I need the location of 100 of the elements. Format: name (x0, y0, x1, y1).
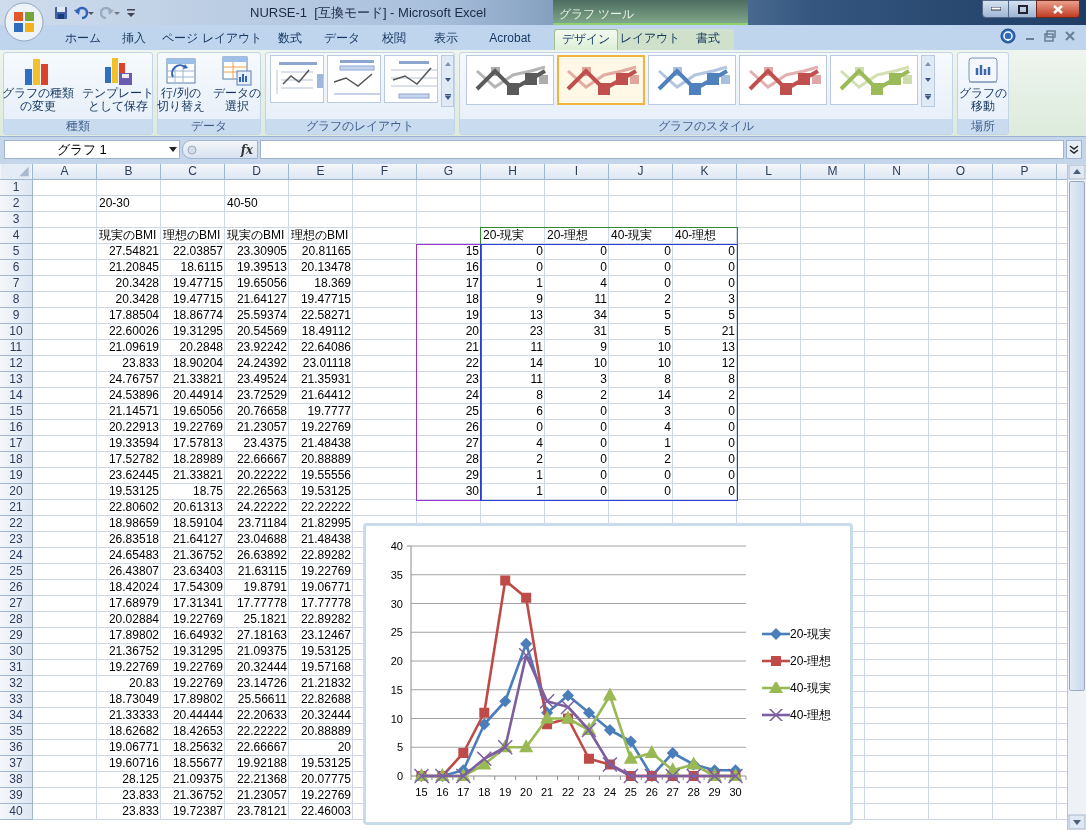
row-header[interactable]: 32 (0, 676, 33, 692)
maximize-button[interactable] (1009, 0, 1036, 18)
column-header[interactable]: F (353, 164, 417, 180)
scroll-thumb[interactable] (1069, 181, 1085, 691)
close-icon[interactable] (1064, 30, 1076, 42)
row-header[interactable]: 30 (0, 644, 33, 660)
row-header[interactable]: 21 (0, 500, 33, 516)
row-header[interactable]: 38 (0, 772, 33, 788)
column-header[interactable]: O (929, 164, 993, 180)
ribbon-tab[interactable]: 挿入 (108, 29, 160, 50)
column-header[interactable]: G (417, 164, 481, 180)
row-header[interactable]: 9 (0, 308, 33, 324)
save-icon[interactable] (54, 5, 68, 20)
column-header[interactable]: H (481, 164, 545, 180)
row-header[interactable]: 10 (0, 324, 33, 340)
help-icon[interactable] (1000, 28, 1016, 44)
chart-style-thumbnail[interactable] (466, 55, 554, 105)
row-header[interactable]: 22 (0, 516, 33, 532)
ribbon-button[interactable]: 行/列の 切り替え (155, 55, 207, 113)
layout-thumbnail[interactable] (270, 55, 324, 103)
ribbon-tab[interactable]: データ (316, 29, 368, 50)
ribbon-button[interactable]: データの 選択 (211, 55, 263, 113)
column-header[interactable]: M (801, 164, 865, 180)
row-header[interactable]: 4 (0, 228, 33, 244)
row-header[interactable]: 36 (0, 740, 33, 756)
column-header[interactable]: N (865, 164, 929, 180)
row-header[interactable]: 14 (0, 388, 33, 404)
row-header[interactable]: 16 (0, 420, 33, 436)
minimize-button[interactable] (982, 0, 1009, 18)
ribbon-tab[interactable]: 数式 (264, 29, 316, 50)
chart-style-thumbnail[interactable] (557, 55, 645, 105)
customize-icon[interactable] (126, 6, 136, 19)
row-header[interactable]: 29 (0, 628, 33, 644)
restore-icon[interactable] (1044, 30, 1056, 42)
column-header[interactable]: D (225, 164, 289, 180)
ribbon-button[interactable]: グラフの種類 の変更 (0, 55, 76, 113)
close-button[interactable] (1036, 0, 1080, 18)
row-header[interactable]: 15 (0, 404, 33, 420)
scroll-up-icon[interactable] (1068, 164, 1086, 180)
row-header[interactable]: 24 (0, 548, 33, 564)
row-header[interactable]: 7 (0, 276, 33, 292)
row-header[interactable]: 20 (0, 484, 33, 500)
row-header[interactable]: 28 (0, 612, 33, 628)
ribbon-tab[interactable]: 校閲 (368, 29, 420, 50)
vertical-scrollbar[interactable] (1067, 164, 1086, 830)
insert-function-button[interactable]: fx (240, 140, 253, 159)
chart-style-thumbnail[interactable] (739, 55, 827, 105)
column-header[interactable]: K (673, 164, 737, 180)
ribbon-tab[interactable]: 表示 (420, 29, 472, 50)
row-header[interactable]: 6 (0, 260, 33, 276)
column-header[interactable]: C (161, 164, 225, 180)
row-header[interactable]: 25 (0, 564, 33, 580)
column-header[interactable]: I (545, 164, 609, 180)
chart-style-thumbnail[interactable] (648, 55, 736, 105)
layout-thumbnail[interactable] (384, 55, 438, 103)
row-header[interactable]: 2 (0, 196, 33, 212)
ribbon-tab[interactable]: Acrobat (472, 29, 548, 50)
gallery-scroll[interactable] (921, 55, 935, 107)
row-header[interactable]: 12 (0, 356, 33, 372)
layout-thumbnail[interactable] (327, 55, 381, 103)
ribbon-tab[interactable]: レイアウト (618, 29, 682, 50)
column-header[interactable]: P (993, 164, 1057, 180)
column-header[interactable]: B (97, 164, 161, 180)
row-header[interactable]: 31 (0, 660, 33, 676)
column-header[interactable]: A (33, 164, 97, 180)
column-header[interactable]: E (289, 164, 353, 180)
row-header[interactable]: 5 (0, 244, 33, 260)
row-header[interactable]: 13 (0, 372, 33, 388)
row-header[interactable]: 23 (0, 532, 33, 548)
undo-icon[interactable] (74, 5, 94, 20)
ribbon-button[interactable]: グラフの 移動 (957, 55, 1009, 113)
gallery-scroll[interactable] (441, 55, 454, 107)
name-box[interactable]: グラフ 1 (4, 140, 180, 159)
row-header[interactable]: 11 (0, 340, 33, 356)
ribbon-tab[interactable]: ページ レイアウト (160, 29, 264, 50)
row-header[interactable]: 35 (0, 724, 33, 740)
row-header[interactable]: 1 (0, 180, 33, 196)
formula-input[interactable] (260, 140, 1064, 159)
row-header[interactable]: 33 (0, 692, 33, 708)
chart-style-thumbnail[interactable] (830, 55, 918, 105)
expand-formula-button[interactable] (1066, 140, 1082, 159)
row-header[interactable]: 27 (0, 596, 33, 612)
ribbon-tab[interactable]: デザイン (554, 29, 618, 50)
cancel-icon[interactable] (187, 144, 197, 155)
row-header[interactable]: 37 (0, 756, 33, 772)
row-header[interactable]: 40 (0, 804, 33, 820)
column-header[interactable]: L (737, 164, 801, 180)
row-header[interactable]: 19 (0, 468, 33, 484)
row-header[interactable]: 17 (0, 436, 33, 452)
ribbon-button[interactable]: テンプレート として保存 (80, 55, 156, 113)
ribbon-tab[interactable]: 書式 (682, 29, 734, 50)
scroll-down-icon[interactable] (1068, 814, 1086, 830)
row-header[interactable]: 34 (0, 708, 33, 724)
row-header[interactable]: 26 (0, 580, 33, 596)
row-header[interactable]: 8 (0, 292, 33, 308)
row-header[interactable]: 3 (0, 212, 33, 228)
row-header[interactable]: 39 (0, 788, 33, 804)
ribbon-tab[interactable]: ホーム (58, 29, 108, 50)
column-header[interactable]: J (609, 164, 673, 180)
row-header[interactable]: 18 (0, 452, 33, 468)
